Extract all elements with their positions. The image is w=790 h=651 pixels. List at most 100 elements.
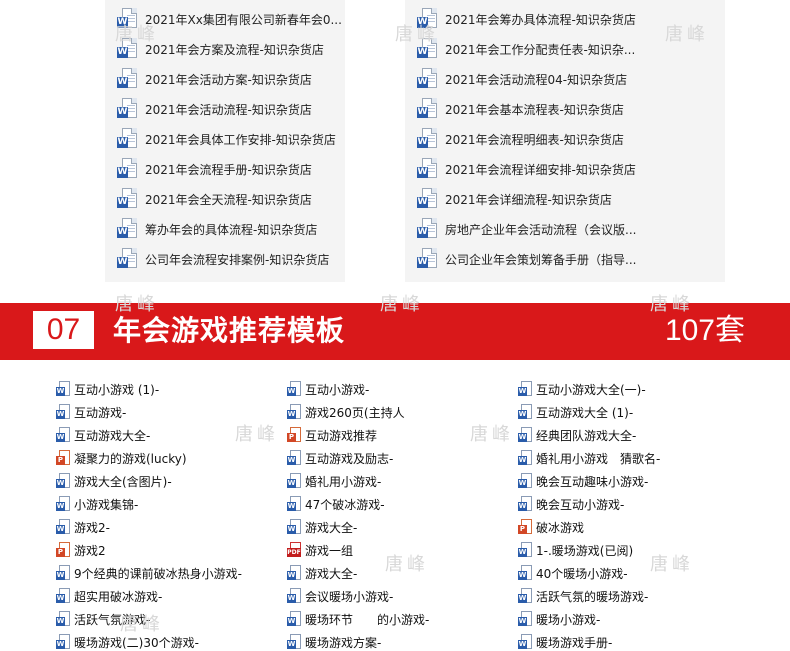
pdf-doc-icon: PDF (287, 542, 301, 558)
word-doc-icon: W (417, 218, 437, 240)
game-file-item[interactable]: W 互动游戏及励志- (287, 449, 393, 467)
game-file-label: 互动游戏大全 (1)- (536, 405, 634, 420)
watermark: 唐峰 (385, 554, 429, 575)
game-file-item[interactable]: W 晚会互动小游戏- (518, 495, 624, 513)
game-file-item[interactable]: W 暖场游戏方案- (287, 633, 381, 651)
game-file-item[interactable]: W 互动游戏大全 (1)- (518, 403, 633, 421)
word-doc-icon: W (117, 68, 137, 90)
file-item[interactable]: W 2021年会活动方案-知识杂货店 (117, 68, 312, 90)
file-item[interactable]: W 筹办年会的具体流程-知识杂货店 (117, 218, 317, 240)
game-file-item[interactable]: W 游戏大全- (287, 564, 357, 582)
game-file-item[interactable]: P 凝聚力的游戏(lucky) (56, 449, 187, 467)
watermark: 唐峰 (380, 294, 424, 315)
file-item[interactable]: W 2021年会基本流程表-知识杂货店 (417, 98, 624, 120)
game-file-item[interactable]: W 暖场小游戏- (518, 610, 600, 628)
game-file-label: 暖场小游戏- (536, 612, 601, 627)
file-item[interactable]: W 房地产企业年会活动流程（会议版... (417, 218, 636, 240)
word-doc-icon: W (417, 98, 437, 120)
game-file-item[interactable]: W 游戏大全(含图片)- (56, 472, 172, 490)
file-label: 2021年会具体工作安排-知识杂货店 (145, 132, 336, 147)
game-file-item[interactable]: W 互动小游戏- (287, 380, 369, 398)
game-file-label: 凝聚力的游戏(lucky) (74, 451, 187, 466)
word-doc-icon: W (117, 128, 137, 150)
word-doc-icon: W (287, 565, 301, 581)
game-file-item[interactable]: W 暖场环节 的小游戏- (287, 610, 429, 628)
word-doc-icon: W (518, 634, 532, 650)
file-item[interactable]: W 2021年会工作分配责任表-知识杂... (417, 38, 635, 60)
game-file-item[interactable]: W 互动游戏- (56, 403, 126, 421)
word-doc-icon: W (287, 519, 301, 535)
file-item[interactable]: W 公司年会流程安排案例-知识杂货店 (117, 248, 329, 270)
game-file-item[interactable]: W 9个经典的课前破冰热身小游戏- (56, 564, 242, 582)
game-file-item[interactable]: W 游戏260页(主持人 (287, 403, 405, 421)
ppt-doc-icon: P (56, 450, 70, 466)
word-doc-icon: W (287, 404, 301, 420)
word-doc-icon: W (518, 588, 532, 604)
ppt-doc-icon: P (56, 542, 70, 558)
file-item[interactable]: W 2021年会活动流程04-知识杂货店 (417, 68, 627, 90)
file-label: 2021年会全天流程-知识杂货店 (145, 192, 312, 207)
game-file-label: 1-.暖场游戏(已阅) (536, 543, 634, 558)
game-file-item[interactable]: W 1-.暖场游戏(已阅) (518, 541, 633, 559)
game-file-item[interactable]: W 婚礼用小游戏- (287, 472, 381, 490)
watermark: 唐峰 (395, 24, 439, 45)
game-file-item[interactable]: W 婚礼用小游戏 猜歌名- (518, 449, 660, 467)
section-count: 107套 (664, 314, 745, 347)
watermark: 唐峰 (115, 294, 159, 315)
word-doc-icon: W (417, 128, 437, 150)
file-label: 2021年会流程明细表-知识杂货店 (445, 132, 624, 147)
word-doc-icon: W (518, 450, 532, 466)
file-item[interactable]: W 2021年会流程明细表-知识杂货店 (417, 128, 624, 150)
word-doc-icon: W (518, 611, 532, 627)
game-file-item[interactable]: W 游戏大全- (287, 518, 357, 536)
game-file-item[interactable]: W 会议暖场小游戏- (287, 587, 393, 605)
game-file-label: 暖场游戏手册- (536, 635, 613, 650)
file-item[interactable]: W 公司企业年会策划筹备手册（指导... (417, 248, 636, 270)
file-label: 2021年会基本流程表-知识杂货店 (445, 102, 624, 117)
game-file-item[interactable]: W 互动小游戏大全(一)- (518, 380, 646, 398)
word-doc-icon: W (56, 427, 70, 443)
game-file-label: 游戏一组 (305, 543, 354, 558)
word-doc-icon: W (518, 496, 532, 512)
game-file-label: 互动游戏大全- (74, 428, 151, 443)
file-item[interactable]: W 2021年会全天流程-知识杂货店 (117, 188, 312, 210)
word-doc-icon: W (56, 381, 70, 397)
game-file-item[interactable]: P 互动游戏推荐 (287, 426, 377, 444)
file-label: 2021年会流程手册-知识杂货店 (145, 162, 312, 177)
file-label: 2021年会筹办具体流程-知识杂货店 (445, 12, 636, 27)
game-file-item[interactable]: W 经典团队游戏大全- (518, 426, 636, 444)
file-item[interactable]: W 2021年会具体工作安排-知识杂货店 (117, 128, 336, 150)
word-doc-icon: W (117, 98, 137, 120)
word-doc-icon: W (518, 427, 532, 443)
game-file-item[interactable]: P 游戏2 (56, 541, 106, 559)
file-item[interactable]: W 2021年会详细流程-知识杂货店 (417, 188, 612, 210)
game-file-item[interactable]: W 小游戏集锦- (56, 495, 138, 513)
file-label: 筹办年会的具体流程-知识杂货店 (145, 222, 318, 237)
game-file-label: 会议暖场小游戏- (305, 589, 394, 604)
word-doc-icon: W (117, 158, 137, 180)
game-file-label: 超实用破冰游戏- (74, 589, 163, 604)
word-doc-icon: W (56, 404, 70, 420)
word-doc-icon: W (56, 496, 70, 512)
word-doc-icon: W (518, 404, 532, 420)
game-file-item[interactable]: P 破冰游戏 (518, 518, 584, 536)
game-file-item[interactable]: W 游戏2- (56, 518, 110, 536)
game-file-item[interactable]: PDF 游戏一组 (287, 541, 353, 559)
game-file-item[interactable]: W 暖场游戏手册- (518, 633, 612, 651)
game-file-label: 40个暖场小游戏- (536, 566, 628, 581)
word-doc-icon: W (518, 473, 532, 489)
game-file-item[interactable]: W 活跃气氛的暖场游戏- (518, 587, 648, 605)
file-item[interactable]: W 2021年会流程手册-知识杂货店 (117, 158, 312, 180)
game-file-item[interactable]: W 互动游戏大全- (56, 426, 150, 444)
game-file-item[interactable]: W 超实用破冰游戏- (56, 587, 162, 605)
game-file-item[interactable]: W 晚会互动趣味小游戏- (518, 472, 648, 490)
file-item[interactable]: W 2021年会筹办具体流程-知识杂货店 (417, 8, 636, 30)
file-item[interactable]: W 2021年会活动流程-知识杂货店 (117, 98, 312, 120)
game-file-label: 互动游戏推荐 (305, 428, 378, 443)
game-file-item[interactable]: W 47个破冰游戏- (287, 495, 385, 513)
game-file-item[interactable]: W 互动小游戏 (1)- (56, 380, 159, 398)
watermark: 唐峰 (115, 24, 159, 45)
file-item[interactable]: W 2021年会流程详细安排-知识杂货店 (417, 158, 636, 180)
game-file-item[interactable]: W 40个暖场小游戏- (518, 564, 628, 582)
file-label: 2021年会工作分配责任表-知识杂... (445, 42, 636, 57)
